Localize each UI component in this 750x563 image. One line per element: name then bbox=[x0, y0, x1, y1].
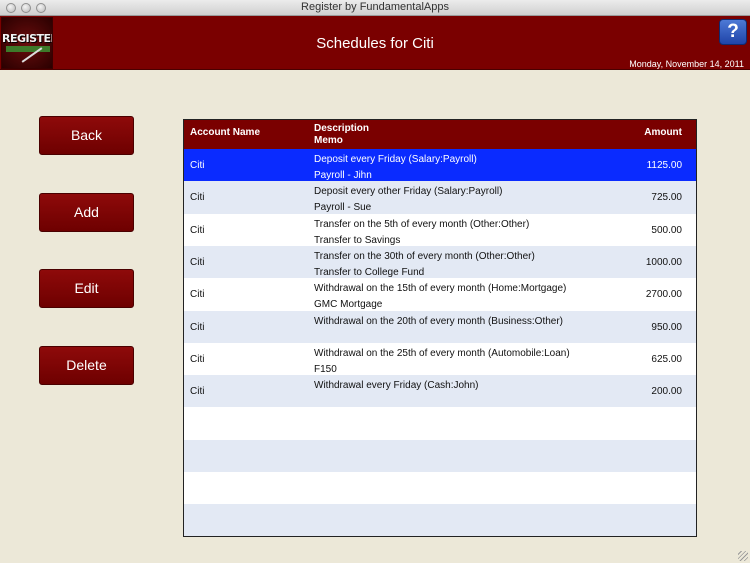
window-title: Register by FundamentalApps bbox=[301, 1, 449, 13]
description-cell: Deposit every Friday (Salary:Payroll) Pa… bbox=[314, 152, 477, 184]
page-title: Schedules for Citi bbox=[316, 35, 434, 52]
amount-cell: 625.00 bbox=[651, 353, 682, 365]
column-header-memo-label: Memo bbox=[314, 135, 343, 146]
description-text: Transfer on the 30th of every month (Oth… bbox=[314, 250, 535, 262]
description-text: Withdrawal on the 15th of every month (H… bbox=[314, 283, 567, 295]
amount-cell: 1125.00 bbox=[646, 160, 682, 171]
table-header: Account Name Description Memo Amount bbox=[184, 120, 696, 149]
account-cell: Citi bbox=[190, 224, 205, 236]
current-date: Monday, November 14, 2011 bbox=[629, 59, 744, 69]
description-cell: Deposit every other Friday (Salary:Payro… bbox=[314, 184, 502, 216]
empty-row bbox=[184, 407, 696, 439]
schedules-table: Account Name Description Memo Amount Cit… bbox=[183, 119, 697, 537]
column-header-description[interactable]: Description Memo bbox=[314, 123, 369, 147]
app-header: REGISTER Schedules for Citi ? Monday, No… bbox=[0, 16, 750, 70]
account-cell: Citi bbox=[190, 321, 205, 333]
table-row[interactable]: Citi Withdrawal on the 15th of every mon… bbox=[184, 278, 696, 310]
description-cell: Withdrawal on the 25th of every month (A… bbox=[314, 346, 570, 378]
table-row[interactable]: Citi Transfer on the 30th of every month… bbox=[184, 245, 696, 281]
amount-cell: 725.00 bbox=[651, 192, 682, 204]
table-row[interactable]: Citi Deposit every other Friday (Salary:… bbox=[184, 181, 696, 216]
account-cell: Citi bbox=[190, 256, 205, 268]
description-cell: Transfer on the 30th of every month (Oth… bbox=[314, 249, 535, 281]
memo-text: Payroll - Sue bbox=[314, 202, 372, 214]
empty-row bbox=[184, 439, 696, 472]
empty-row bbox=[184, 472, 696, 504]
account-cell: Citi bbox=[190, 386, 205, 398]
memo-text: Transfer to College Fund bbox=[314, 266, 425, 278]
add-button[interactable]: Add bbox=[39, 193, 134, 232]
description-text: Deposit every Friday (Salary:Payroll) bbox=[314, 154, 477, 165]
amount-cell: 500.00 bbox=[651, 224, 682, 236]
table-row[interactable]: Citi Withdrawal every Friday (Cash:John)… bbox=[184, 375, 696, 408]
table-row[interactable]: Citi Transfer on the 5th of every month … bbox=[184, 214, 696, 246]
column-header-account[interactable]: Account Name bbox=[190, 127, 260, 138]
empty-row bbox=[184, 504, 696, 536]
description-cell: Transfer on the 5th of every month (Othe… bbox=[314, 217, 529, 249]
description-cell: Withdrawal on the 15th of every month (H… bbox=[314, 281, 566, 313]
column-header-description-label: Description bbox=[314, 123, 370, 134]
description-text: Withdrawal on the 20th of every month (B… bbox=[314, 315, 564, 327]
help-button[interactable]: ? bbox=[719, 19, 747, 45]
memo-text: Payroll - Jihn bbox=[314, 170, 372, 181]
window-resize-grip[interactable] bbox=[738, 551, 748, 561]
delete-button[interactable]: Delete bbox=[39, 346, 134, 385]
amount-cell: 950.00 bbox=[651, 321, 682, 333]
memo-text: F150 bbox=[314, 363, 337, 375]
table-row[interactable]: Citi Withdrawal on the 20th of every mon… bbox=[184, 310, 696, 343]
description-cell: Withdrawal on the 20th of every month (B… bbox=[314, 314, 563, 330]
description-cell: Withdrawal every Friday (Cash:John) bbox=[314, 378, 479, 394]
memo-text: GMC Mortgage bbox=[314, 299, 383, 311]
amount-cell: 2700.00 bbox=[645, 289, 682, 301]
description-text: Withdrawal on the 25th of every month (A… bbox=[314, 347, 570, 359]
back-button[interactable]: Back bbox=[39, 116, 134, 155]
amount-cell: 200.00 bbox=[651, 386, 682, 398]
table-row[interactable]: Citi Withdrawal on the 25th of every mon… bbox=[184, 343, 696, 375]
account-cell: Citi bbox=[190, 192, 205, 204]
column-header-amount[interactable]: Amount bbox=[644, 127, 682, 138]
description-text: Transfer on the 5th of every month (Othe… bbox=[314, 218, 530, 230]
window-titlebar: Register by FundamentalApps bbox=[0, 0, 750, 16]
description-text: Withdrawal every Friday (Cash:John) bbox=[314, 380, 479, 392]
amount-cell: 1000.00 bbox=[645, 256, 682, 268]
memo-text: Transfer to Savings bbox=[314, 234, 401, 246]
account-cell: Citi bbox=[190, 353, 205, 365]
description-text: Deposit every other Friday (Salary:Payro… bbox=[314, 186, 503, 198]
edit-button[interactable]: Edit bbox=[39, 269, 134, 308]
account-cell: Citi bbox=[190, 289, 205, 301]
account-cell: Citi bbox=[190, 160, 205, 171]
table-row[interactable]: Citi Deposit every Friday (Salary:Payrol… bbox=[184, 149, 696, 184]
